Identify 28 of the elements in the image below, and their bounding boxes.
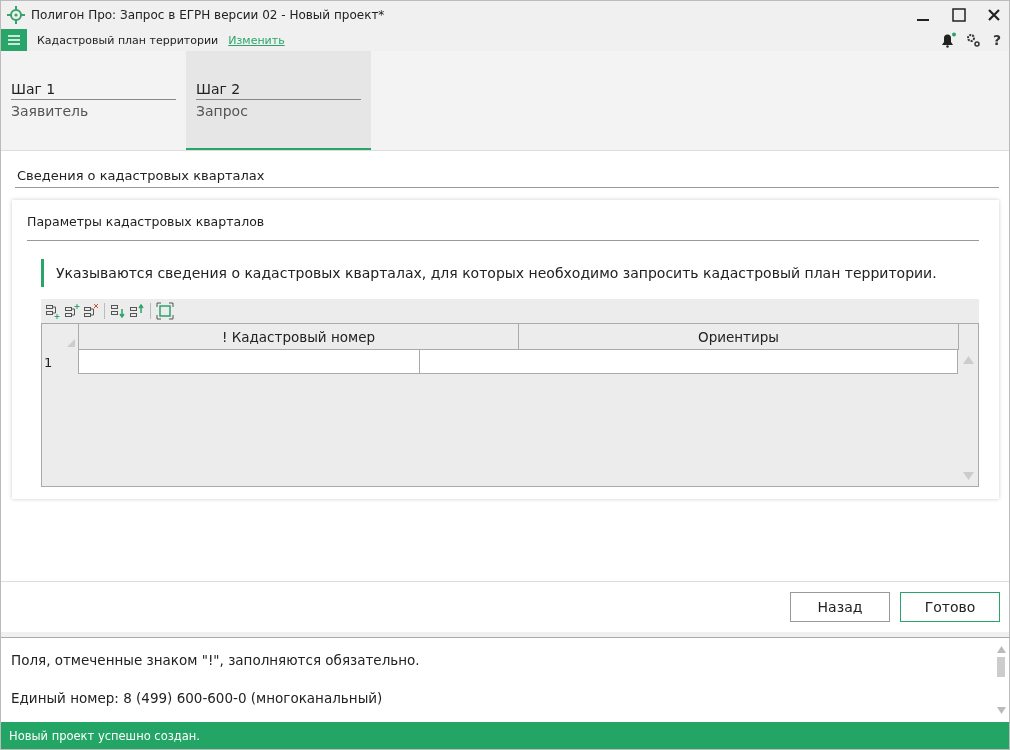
delete-row-icon[interactable] <box>83 303 99 319</box>
table-cell[interactable] <box>419 350 958 374</box>
move-down-icon[interactable] <box>110 303 126 319</box>
status-bar: Новый проект успешно создан. <box>1 722 1009 749</box>
document-type-label: Кадастровый план территории <box>37 33 219 47</box>
table-cell[interactable] <box>78 350 419 374</box>
done-button[interactable]: Готово <box>900 592 1000 622</box>
move-up-icon[interactable] <box>129 303 145 319</box>
row-number: 1 <box>43 353 54 372</box>
scrollbar-thumb[interactable] <box>997 657 1005 677</box>
close-icon[interactable] <box>988 9 1000 21</box>
window-title: Полигон Про: Запрос в ЕГРН версии 02 - Новый проект* <box>31 8 385 22</box>
gears-icon[interactable] <box>964 33 981 47</box>
info-text: Поля, отмеченные знаком "!", заполняются обязательно. <box>11 652 421 668</box>
insert-row-icon[interactable] <box>64 303 80 319</box>
hint-text: Указываются сведения о кадастровых кварталах, для которых необходимо запросить кадастровый план территории. <box>41 259 979 287</box>
menu-icon <box>8 35 20 45</box>
step-tab[interactable]: Шаг 1 Заявитель <box>1 51 186 150</box>
panel-title: Параметры кадастровых кварталов <box>27 200 979 241</box>
crosshair-logo-icon <box>7 6 25 24</box>
info-text: Единый номер: 8 (499) 600-600-0 (многоканальный) <box>11 690 384 706</box>
back-button[interactable]: Назад <box>790 592 890 622</box>
step-tab[interactable]: Шаг 2 Запрос <box>186 51 371 150</box>
corner-triangle-icon <box>67 339 75 347</box>
add-row-icon[interactable] <box>45 303 61 319</box>
maximize-icon[interactable] <box>952 8 966 22</box>
section-title: Сведения о кадастровых кварталах <box>15 151 999 188</box>
help-icon[interactable]: ? <box>992 32 1001 48</box>
